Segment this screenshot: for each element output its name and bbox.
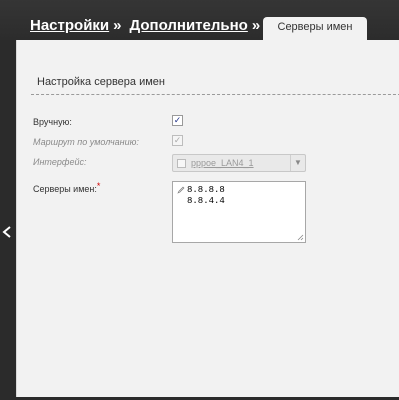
section-divider	[31, 94, 399, 95]
tab-name-servers[interactable]: Серверы имен	[263, 17, 367, 41]
chevron-left-icon[interactable]	[2, 226, 12, 238]
breadcrumb-advanced[interactable]: Дополнительно	[129, 17, 247, 34]
top-bar: Настройки» Дополнительно» Серверы имен	[0, 0, 399, 41]
settings-panel: Настройка сервера имен Вручную: ✓ Маршру…	[16, 40, 399, 397]
manual-label: Вручную:	[33, 117, 72, 127]
pencil-icon	[177, 186, 185, 194]
interface-label: Интерфейс:	[33, 157, 87, 167]
breadcrumb-separator: »	[251, 17, 261, 34]
resize-grip-icon[interactable]	[297, 234, 304, 241]
breadcrumb-separator: »	[113, 17, 122, 34]
default-route-checkbox: ✓	[172, 135, 183, 146]
breadcrumb-settings[interactable]: Настройки	[30, 17, 109, 34]
default-route-label: Маршрут по умолчанию:	[33, 137, 139, 147]
manual-checkbox[interactable]: ✓	[172, 115, 183, 126]
section-title: Настройка сервера имен	[37, 76, 165, 88]
required-mark: *	[96, 181, 101, 191]
interface-value: pppoe_LAN4_1	[191, 158, 254, 168]
breadcrumb: Настройки» Дополнительно»	[30, 17, 268, 34]
name-server-2: 8.8.4.4	[187, 196, 225, 206]
name-servers-label-text: Серверы имен:	[33, 184, 97, 194]
interface-icon	[177, 159, 186, 168]
name-servers-label: Серверы имен:*	[33, 181, 101, 194]
name-server-1: 8.8.8.8	[187, 185, 225, 195]
chevron-down-icon: ▼	[290, 155, 305, 171]
interface-select: pppoe_LAN4_1 ▼	[172, 154, 306, 172]
name-servers-textarea[interactable]: 8.8.8.8 8.8.4.4	[172, 181, 306, 243]
